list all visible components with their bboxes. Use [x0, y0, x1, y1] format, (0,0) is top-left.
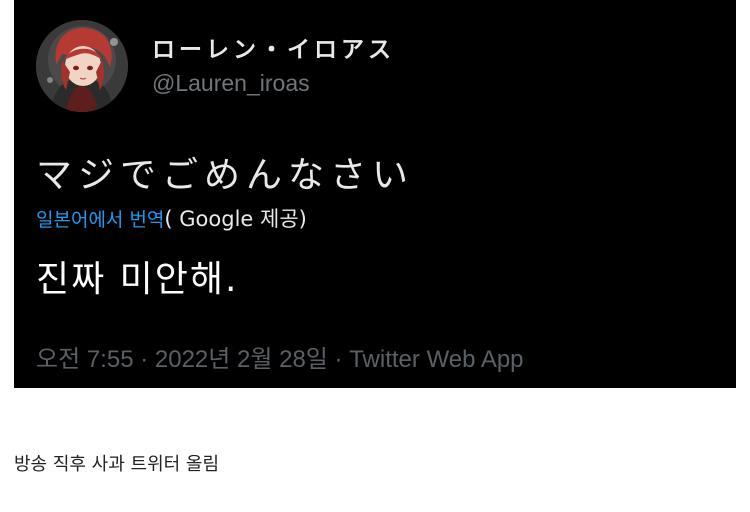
translation-provider: ( Google 제공)	[164, 207, 307, 231]
user-handle[interactable]: @Lauren_iroas	[152, 70, 310, 97]
page: ローレン・イロアス @Lauren_iroas マジでごめんなさい 일본어에서 …	[0, 0, 750, 512]
tweet-metadata: 오전 7:55 · 2022년 2월 28일 · Twitter Web App	[36, 339, 524, 374]
translated-text: 진짜 미안해.	[36, 259, 239, 300]
post-caption: 방송 직후 사과 트위터 올림	[14, 454, 220, 475]
tweet-card: ローレン・イロアス @Lauren_iroas マジでごめんなさい 일본어에서 …	[14, 0, 736, 388]
tweet-date[interactable]: 2022년 2월 28일	[155, 346, 328, 373]
meta-separator: ·	[327, 346, 350, 373]
tweet-time[interactable]: 오전 7:55	[36, 346, 134, 373]
profile-avatar[interactable]	[36, 20, 128, 112]
translate-link[interactable]: 일본어에서 번역	[36, 209, 164, 231]
tweet-text: マジでごめんなさい	[36, 155, 415, 196]
avatar-illustration	[36, 20, 128, 112]
translation-bar: 일본어에서 번역( Google 제공)	[36, 203, 307, 233]
meta-separator: ·	[133, 346, 155, 373]
display-name[interactable]: ローレン・イロアス	[152, 30, 395, 64]
tweet-source: Twitter Web App	[349, 346, 524, 373]
